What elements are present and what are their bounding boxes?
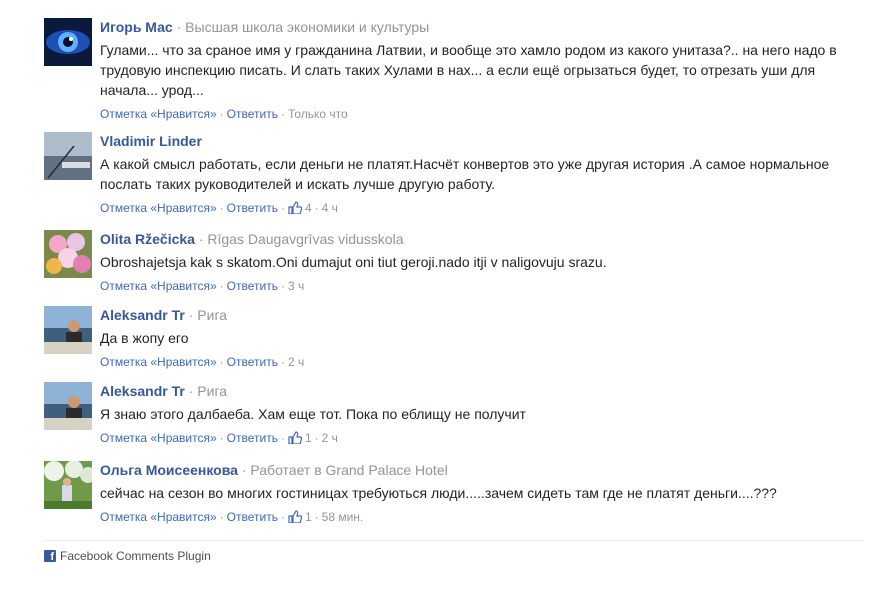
author-name[interactable]: Игорь Мас	[100, 19, 173, 35]
like-link[interactable]: Отметка «Нравится»	[100, 431, 217, 445]
comment-time[interactable]: 4 ч	[322, 201, 338, 215]
footer-divider	[44, 540, 864, 541]
facebook-icon: f	[44, 550, 56, 563]
footer-label[interactable]: Facebook Comments Plugin	[60, 549, 211, 563]
author-meta: Рига	[197, 383, 228, 399]
avatar[interactable]	[44, 382, 92, 430]
plugin-footer[interactable]: f Facebook Comments Plugin	[44, 549, 211, 563]
avatar[interactable]	[44, 18, 92, 66]
avatar[interactable]	[44, 132, 92, 180]
like-link[interactable]: Отметка «Нравится»	[100, 201, 217, 215]
author-meta: Рига	[197, 307, 228, 323]
comment-text: А какой смысл работать, если деньги не п…	[100, 156, 830, 192]
comment-text: Гулами... что за сраное имя у гражданина…	[100, 42, 837, 98]
author-name[interactable]: Aleksandr Tr	[100, 307, 185, 323]
comment-time[interactable]: 2 ч	[322, 431, 338, 445]
thumbs-up-icon	[288, 510, 302, 523]
like-link[interactable]: Отметка «Нравится»	[100, 355, 217, 369]
like-count[interactable]: 1	[305, 510, 312, 524]
author-meta: Работает в Grand Palace Hotel	[250, 462, 448, 478]
avatar[interactable]	[44, 461, 92, 509]
reply-link[interactable]: Ответить	[227, 355, 278, 369]
thumbs-up-icon	[288, 201, 302, 214]
author-name[interactable]: Aleksandr Tr	[100, 383, 185, 399]
author-meta: Rīgas Daugavgrīvas vidusskola	[207, 231, 404, 247]
comment-time[interactable]: 2 ч	[288, 355, 304, 369]
reply-link[interactable]: Ответить	[227, 279, 278, 293]
like-link[interactable]: Отметка «Нравится»	[100, 510, 217, 524]
comment-time[interactable]: Только что	[288, 107, 348, 121]
reply-link[interactable]: Ответить	[227, 201, 278, 215]
avatar[interactable]	[44, 230, 92, 278]
comment-text: сейчас на сезон во многих гостиницах тре…	[100, 485, 777, 501]
reply-link[interactable]: Ответить	[227, 510, 278, 524]
like-link[interactable]: Отметка «Нравится»	[100, 279, 217, 293]
comment-text: Obroshajetsja kak s skatom.Oni dumajut o…	[100, 254, 607, 270]
like-count[interactable]: 1	[305, 431, 312, 445]
comment-text: Я знаю этого далбаеба. Хам еще тот. Пока…	[100, 406, 526, 422]
comment-time[interactable]: 3 ч	[288, 279, 304, 293]
reply-link[interactable]: Ответить	[227, 107, 278, 121]
comments-plugin: Игорь Мас · Высшая школа экономики и кул…	[0, 0, 883, 612]
author-meta: Высшая школа экономики и культуры	[185, 19, 430, 35]
author-name[interactable]: Ольга Моисеенкова	[100, 462, 238, 478]
meta-separator: ·	[188, 307, 198, 323]
author-name[interactable]: Vladimir Linder	[100, 133, 202, 149]
like-link[interactable]: Отметка «Нравится»	[100, 107, 217, 121]
meta-separator: ·	[176, 19, 186, 35]
comment-time[interactable]: 58 мин.	[322, 510, 364, 524]
avatar[interactable]	[44, 306, 92, 354]
meta-separator: ·	[188, 383, 198, 399]
author-name[interactable]: Olita Ržečicka	[100, 231, 195, 247]
like-count[interactable]: 4	[305, 201, 312, 215]
reply-link[interactable]: Ответить	[227, 431, 278, 445]
thumbs-up-icon	[288, 431, 302, 444]
comment-text: Да в жопу его	[100, 330, 189, 346]
